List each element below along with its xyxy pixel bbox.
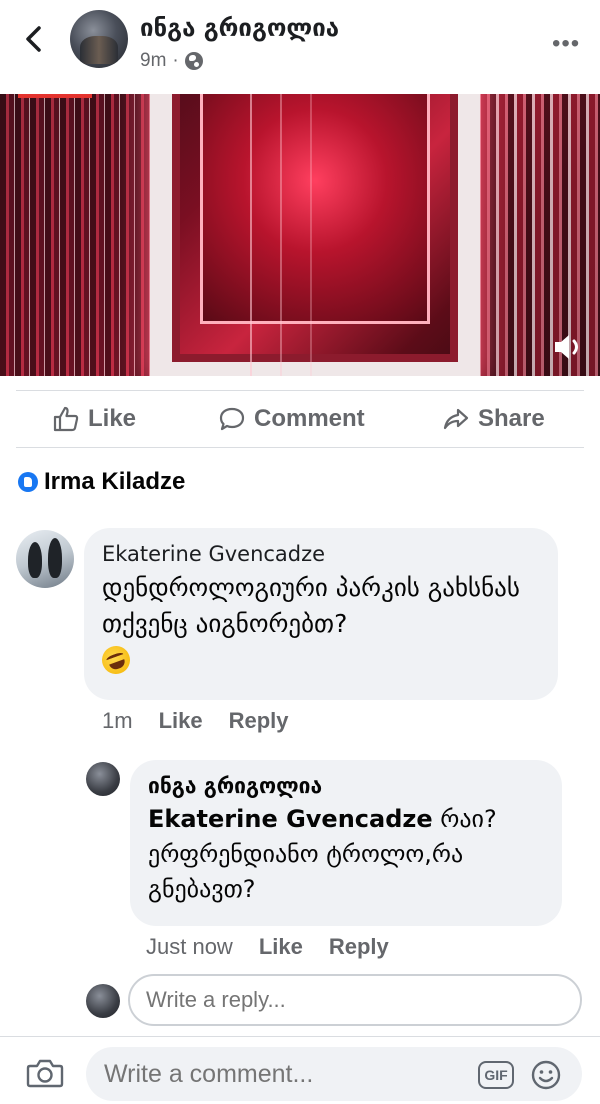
comment-button[interactable]: Comment — [218, 399, 365, 439]
comment-composer: GIF — [0, 1036, 600, 1104]
post-time[interactable]: 9m — [140, 50, 166, 72]
post-header: ინგა გრიგოლია 9m · ••• — [0, 0, 600, 92]
post-actions: Like Comment Share — [16, 390, 584, 448]
more-options-icon[interactable]: ••• — [552, 30, 580, 58]
globe-icon — [184, 52, 203, 70]
current-user-avatar — [86, 984, 120, 1018]
reply-time: Just now — [146, 934, 233, 959]
reply-text: Ekaterine Gvencadze რაი? ერფრენდიანო ტრო… — [148, 802, 544, 907]
video-decoration — [200, 94, 430, 324]
author-avatar[interactable] — [70, 10, 128, 68]
comment-reply-link[interactable]: Reply — [229, 708, 289, 734]
commenter-avatar[interactable] — [16, 530, 74, 588]
comment-label: Comment — [254, 405, 365, 432]
video-player[interactable] — [0, 94, 600, 376]
author-name[interactable]: ინგა გრიგოლია — [140, 14, 339, 42]
like-button[interactable]: Like — [52, 399, 136, 439]
video-progress-bar — [18, 94, 92, 98]
back-arrow-icon[interactable] — [22, 24, 46, 54]
reply-meta: Just now Like Reply — [146, 934, 389, 960]
emoji-picker-icon[interactable] — [530, 1059, 562, 1091]
top-fan-row: Irma Kiladze — [18, 468, 185, 496]
share-arrow-icon — [443, 408, 469, 430]
comment-text: დენდროლოგიური პარკის გახსნას თქვენც აიგნ… — [98, 570, 540, 684]
reply-like-link[interactable]: Like — [259, 934, 303, 960]
camera-icon[interactable] — [26, 1057, 64, 1089]
gif-button[interactable]: GIF — [478, 1061, 514, 1089]
comment-like-link[interactable]: Like — [159, 708, 203, 734]
comment-author[interactable]: Ekaterine Gvencadze — [102, 542, 540, 566]
speaker-icon[interactable] — [552, 332, 586, 362]
reply-author-avatar[interactable] — [86, 762, 120, 796]
rolling-on-floor-laughing-icon — [98, 642, 134, 678]
video-decoration — [250, 94, 252, 376]
speech-bubble-icon — [219, 407, 245, 431]
comment-time: 1m — [102, 708, 133, 733]
reply-input[interactable] — [128, 974, 582, 1026]
comment-meta: 1m Like Reply — [102, 708, 289, 734]
like-label: Like — [88, 405, 137, 432]
reply-bubble: ინგა გრიგოლია Ekaterine Gvencadze რაი? ე… — [130, 760, 562, 926]
video-decoration — [0, 94, 150, 376]
top-fan-name[interactable]: Irma Kiladze — [44, 468, 185, 496]
mention-link[interactable]: Ekaterine Gvencadze — [148, 805, 433, 833]
comment-body: დენდროლოგიური პარკის გახსნას თქვენც აიგნ… — [102, 573, 520, 638]
share-button[interactable]: Share — [442, 399, 545, 439]
post-meta: 9m · — [140, 50, 203, 72]
share-label: Share — [478, 405, 545, 432]
comment-bubble: Ekaterine Gvencadze დენდროლოგიური პარკის… — [84, 528, 558, 700]
reply-reply-link[interactable]: Reply — [329, 934, 389, 960]
meta-separator: · — [172, 50, 179, 71]
thumbs-up-icon — [53, 406, 79, 432]
top-fan-badge-icon — [18, 472, 38, 492]
reply-author[interactable]: ინგა გრიგოლია — [148, 774, 544, 798]
